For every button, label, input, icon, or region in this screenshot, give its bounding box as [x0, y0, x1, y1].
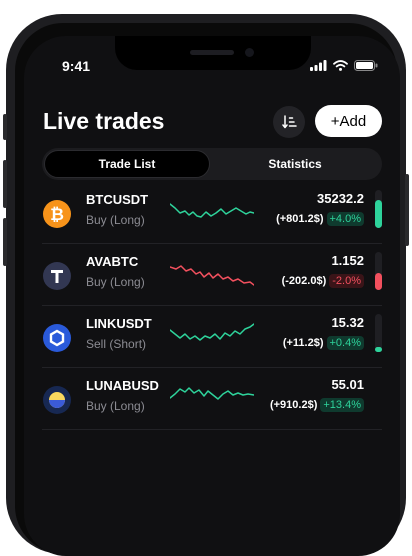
trade-price: 1.152 [331, 253, 364, 268]
bitcoin-icon: ₿ [43, 200, 71, 228]
sparkline [170, 265, 254, 286]
position-bar [375, 190, 382, 228]
trade-pair: LINKUSDT [86, 316, 152, 331]
position-bar [375, 252, 382, 290]
trade-price: 35232.2 [317, 191, 364, 206]
sort-icon [281, 115, 297, 129]
position-bar-fill [375, 199, 382, 228]
view-tabs: Trade List Statistics [42, 148, 382, 180]
trade-side: Buy (Long) [86, 213, 145, 227]
position-bar-fill [375, 347, 382, 352]
trade-pnl: (+910.2$) [269, 399, 318, 411]
sparkline [170, 203, 254, 218]
trade-pnl: (+801.2$) [276, 213, 324, 225]
ava-icon [43, 262, 71, 290]
chainlink-icon [43, 324, 71, 352]
change-badge: +4.0% [326, 212, 364, 226]
trade-price: 55.01 [331, 377, 364, 392]
trade-row[interactable]: LINKUSDT Sell (Short) 15.32 (+11.2$) +0.… [42, 306, 382, 368]
position-bar-fill [375, 272, 382, 290]
tab-trade-list[interactable]: Trade List [44, 148, 210, 180]
add-button[interactable]: +Add [315, 105, 382, 137]
change-badge: +13.4% [320, 398, 364, 412]
trade-pnl: (-202.0$) [281, 275, 327, 287]
trade-pair: BTCUSDT [86, 192, 149, 207]
phone-frame: 9:41 Live trades +Add Trade List Statist… [3, 14, 409, 556]
wifi-icon [333, 59, 348, 71]
trade-side: Buy (Long) [86, 275, 145, 289]
trade-price: 15.32 [331, 315, 364, 330]
page-title: Live trades [43, 108, 165, 134]
sort-button[interactable] [273, 106, 305, 138]
luna-icon [43, 386, 71, 414]
trade-side: Buy (Long) [86, 399, 145, 413]
status-time: 9:41 [62, 58, 91, 74]
svg-text:₿: ₿ [50, 205, 64, 225]
trade-side: Sell (Short) [86, 337, 147, 351]
sparkline [170, 387, 254, 400]
sparkline [170, 323, 254, 341]
app-screen: 9:41 Live trades +Add Trade List Statist… [24, 36, 400, 556]
notch [115, 36, 311, 70]
battery-icon [354, 59, 378, 71]
status-icons [310, 58, 378, 72]
position-bar [375, 314, 382, 352]
trade-row[interactable]: ₿ BTCUSDT Buy (Long) 35232.2 (+801.2$) +… [42, 182, 382, 244]
trade-row[interactable]: AVABTC Buy (Long) 1.152 (-202.0$) -2.0% [42, 244, 382, 306]
signal-icon [310, 59, 327, 71]
tab-statistics[interactable]: Statistics [210, 148, 380, 180]
trade-row[interactable]: LUNABUSD Buy (Long) 55.01 (+910.2$) +13.… [42, 368, 382, 430]
trade-pair: LUNABUSD [86, 378, 159, 393]
trade-pnl: (+11.2$) [282, 337, 324, 349]
trade-pair: AVABTC [86, 254, 139, 269]
change-badge: +0.4% [326, 336, 364, 350]
change-badge: -2.0% [329, 274, 364, 288]
